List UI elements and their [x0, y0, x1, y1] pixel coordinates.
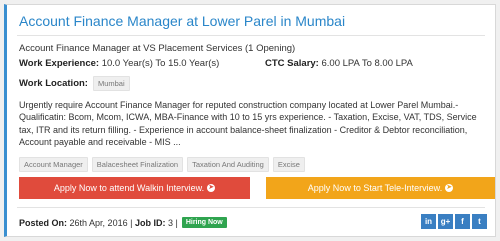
job-subtitle: Account Finance Manager at VS Placement …	[19, 43, 296, 54]
jobid-label: Job ID:	[134, 217, 166, 228]
job-description: Urgently require Account Finance Manager…	[19, 100, 477, 148]
divider	[17, 35, 485, 36]
experience-value: 10.0 Year(s) To 15.0 Year(s)	[101, 58, 220, 69]
arrow-circle-icon: ➤	[445, 184, 454, 192]
twitter-icon[interactable]: t	[472, 214, 487, 229]
location-row: Work Location: Mumbai	[19, 76, 130, 91]
location-tag: Mumbai	[92, 76, 130, 91]
salary-row: CTC Salary: 6.00 LPA To 8.00 LPA	[265, 58, 413, 69]
arrow-circle-icon: ➤	[207, 184, 216, 192]
posted-date: 26th Apr, 2016	[69, 217, 128, 228]
social-share: in g+ f t	[419, 214, 487, 229]
skill-tag: Balacesheet Finalization	[91, 157, 184, 172]
posted-label: Posted On:	[19, 217, 68, 228]
tele-button-label: Apply Now to Start Tele-Interview.	[307, 183, 443, 193]
skill-tag: Account Manager	[19, 157, 88, 172]
job-meta: Posted On: 26th Apr, 2016 | Job ID: 3 | …	[19, 217, 227, 228]
experience-label: Work Experience:	[19, 58, 100, 69]
skill-tags: Account Manager Balacesheet Finalization…	[19, 157, 309, 172]
hiring-now-badge: Hiring Now	[181, 217, 227, 228]
skill-tag: Excise	[272, 157, 305, 172]
jobid-value: 3	[167, 217, 173, 228]
walkin-interview-button[interactable]: Apply Now to attend Walkin Interview. ➤	[19, 177, 250, 199]
tele-interview-button[interactable]: Apply Now to Start Tele-Interview. ➤	[266, 177, 495, 199]
job-title-link[interactable]: Account Finance Manager at Lower Parel i…	[19, 13, 345, 29]
linkedin-icon[interactable]: in	[421, 214, 436, 229]
salary-value: 6.00 LPA To 8.00 LPA	[321, 58, 413, 69]
salary-label: CTC Salary:	[265, 58, 319, 69]
walkin-button-label: Apply Now to attend Walkin Interview.	[53, 183, 205, 193]
job-card: Account Finance Manager at Lower Parel i…	[4, 4, 496, 237]
location-label: Work Location:	[19, 78, 88, 89]
facebook-icon[interactable]: f	[455, 214, 470, 229]
google-plus-icon[interactable]: g+	[438, 214, 453, 229]
divider	[17, 207, 485, 208]
experience-row: Work Experience: 10.0 Year(s) To 15.0 Ye…	[19, 58, 219, 69]
skill-tag: Taxation And Auditing	[187, 157, 269, 172]
